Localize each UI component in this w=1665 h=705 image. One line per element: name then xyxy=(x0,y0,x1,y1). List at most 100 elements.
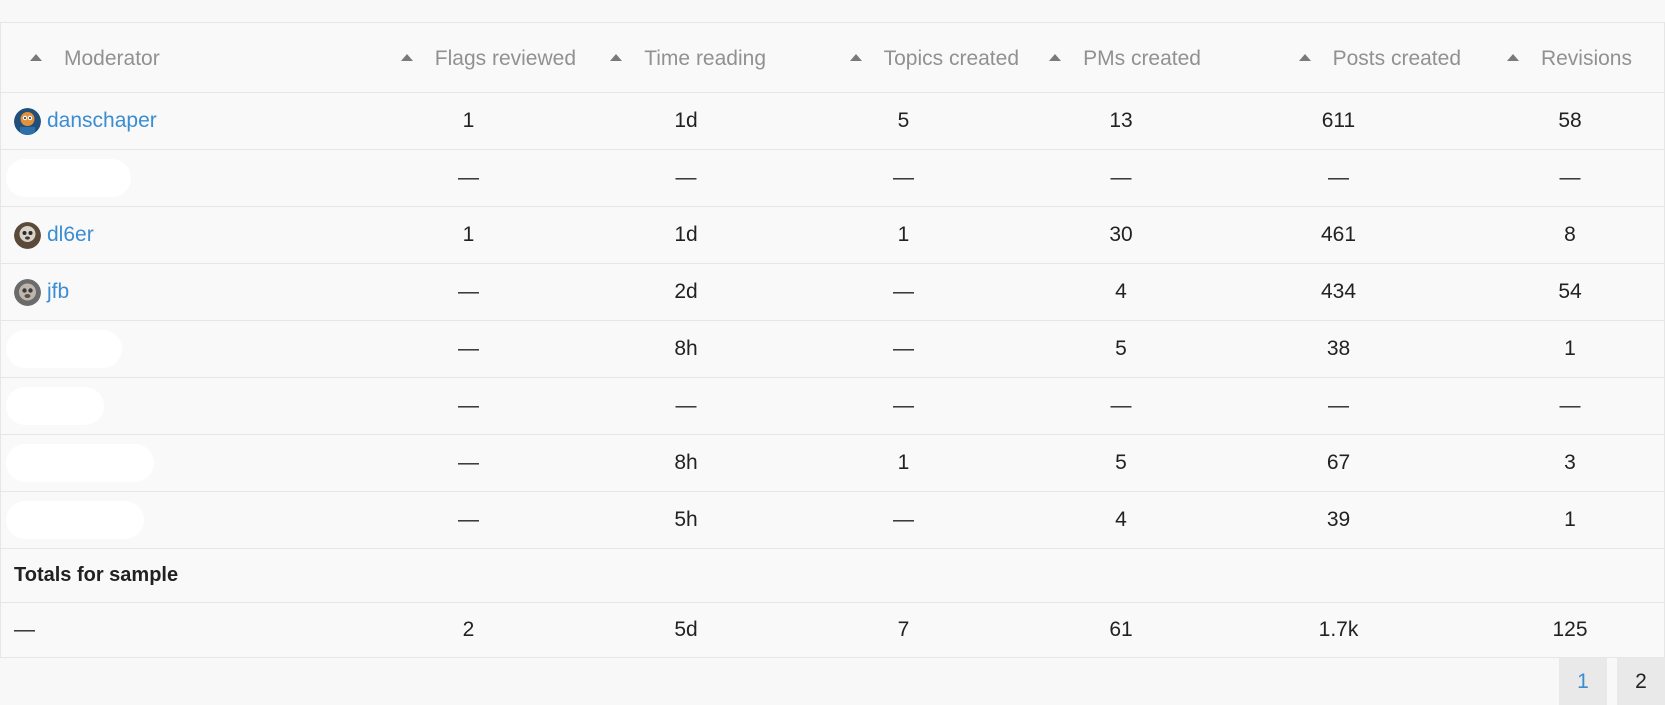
topics-created-cell: — xyxy=(893,394,914,417)
pms-created-cell: 5 xyxy=(1115,451,1127,474)
table-row: danschaper 1 1d 5 13 611 58 xyxy=(1,93,1664,150)
time-reading-cell: 1d xyxy=(674,109,698,132)
pms-created-cell: 13 xyxy=(1109,109,1133,132)
revisions-cell: 1 xyxy=(1564,508,1576,531)
username-link[interactable]: danschaper xyxy=(47,109,157,133)
totals-label: Totals for sample xyxy=(14,564,179,586)
pms-created-cell: 30 xyxy=(1109,223,1133,246)
flags-reviewed-cell: — xyxy=(458,280,479,303)
time-reading-cell: — xyxy=(675,166,697,189)
redacted-username xyxy=(6,330,122,368)
table-row: — 8h 1 5 67 3 xyxy=(1,435,1664,492)
table-row: dl6er 1 1d 1 30 461 8 xyxy=(1,207,1664,264)
total-time-reading-cell: 5d xyxy=(674,618,698,641)
totals-row: — 2 5d 7 61 1.7k 125 xyxy=(1,603,1664,658)
total-moderator-cell: — xyxy=(14,618,35,641)
page-button-2[interactable]: 2 xyxy=(1617,658,1665,705)
moderator-cell: danschaper xyxy=(1,107,331,135)
pms-created-cell: 4 xyxy=(1115,280,1127,303)
revisions-cell: — xyxy=(1559,166,1581,189)
user-avatar-icon[interactable] xyxy=(14,107,41,135)
moderator-cell xyxy=(1,444,331,482)
username-link[interactable]: dl6er xyxy=(47,223,94,247)
topics-created-cell: — xyxy=(893,166,914,189)
total-revisions-cell: 125 xyxy=(1552,618,1588,641)
pms-created-cell: — xyxy=(1110,166,1132,189)
time-reading-cell: 5h xyxy=(674,508,698,531)
topics-created-cell: — xyxy=(893,280,914,303)
column-header-posts-created[interactable]: Posts created xyxy=(1201,44,1476,71)
column-header-revisions[interactable]: Revisions xyxy=(1476,44,1664,71)
total-posts-created-cell: 1.7k xyxy=(1318,618,1359,641)
posts-created-cell: 434 xyxy=(1320,280,1357,303)
table-row: jfb — 2d — 4 434 54 xyxy=(1,264,1664,321)
topics-created-cell: 1 xyxy=(897,451,910,474)
sort-arrow-icon xyxy=(1298,54,1311,62)
sort-arrow-icon xyxy=(849,54,862,62)
pms-created-cell: 5 xyxy=(1115,337,1127,360)
sort-arrow-icon xyxy=(400,54,413,62)
posts-created-cell: 611 xyxy=(1321,109,1356,132)
total-topics-created-cell: 7 xyxy=(897,618,910,641)
flags-reviewed-cell: — xyxy=(458,508,479,531)
redacted-username xyxy=(6,444,154,482)
column-header-time-reading[interactable]: Time reading xyxy=(606,44,766,71)
column-header-flags-reviewed[interactable]: Flags reviewed xyxy=(331,44,606,71)
topics-created-cell: 5 xyxy=(897,109,910,132)
flags-reviewed-cell: 1 xyxy=(462,109,475,132)
user-avatar-icon[interactable] xyxy=(14,278,41,306)
table-row: — 5h — 4 39 1 xyxy=(1,492,1664,549)
revisions-cell: 54 xyxy=(1558,280,1582,303)
page-button-1[interactable]: 1 xyxy=(1559,658,1607,705)
topics-created-cell: 1 xyxy=(897,223,910,246)
sort-arrow-icon xyxy=(30,54,42,62)
redacted-username xyxy=(6,387,104,425)
flags-reviewed-cell: — xyxy=(458,337,479,360)
sort-arrow-icon xyxy=(1049,54,1062,62)
table-row: — — — — — — xyxy=(1,378,1664,435)
table-header: Moderator Flags reviewed Time reading To… xyxy=(1,23,1664,93)
redacted-username xyxy=(6,159,131,197)
revisions-cell: 58 xyxy=(1558,109,1582,132)
flags-reviewed-cell: — xyxy=(458,451,479,474)
total-pms-created-cell: 61 xyxy=(1109,618,1133,641)
moderator-cell: jfb xyxy=(1,278,331,306)
posts-created-cell: 39 xyxy=(1326,508,1351,531)
posts-created-cell: 461 xyxy=(1320,223,1357,246)
table-row: — — — — — — xyxy=(1,150,1664,207)
table-row: — 8h — 5 38 1 xyxy=(1,321,1664,378)
posts-created-cell: 38 xyxy=(1326,337,1351,360)
user-avatar-icon[interactable] xyxy=(14,221,41,249)
moderator-cell xyxy=(1,501,331,539)
report-page: Moderator Flags reviewed Time reading To… xyxy=(0,0,1665,705)
redacted-username xyxy=(6,501,144,539)
sort-arrow-icon xyxy=(1506,54,1519,62)
total-flags-reviewed-cell: 2 xyxy=(462,618,475,641)
topics-created-cell: — xyxy=(893,337,914,360)
time-reading-cell: — xyxy=(675,394,697,417)
pagination: 1 2 xyxy=(1559,658,1665,705)
moderator-activity-table: Moderator Flags reviewed Time reading To… xyxy=(0,22,1665,658)
time-reading-cell: 2d xyxy=(674,280,698,303)
revisions-cell: 1 xyxy=(1564,337,1576,360)
pms-created-cell: — xyxy=(1110,394,1132,417)
posts-created-cell: — xyxy=(1328,166,1349,189)
column-header-moderator[interactable]: Moderator xyxy=(1,44,331,71)
username-link[interactable]: jfb xyxy=(47,280,69,304)
flags-reviewed-cell: 1 xyxy=(462,223,475,246)
revisions-cell: 3 xyxy=(1564,451,1576,474)
time-reading-cell: 1d xyxy=(674,223,698,246)
column-header-pms-created[interactable]: PMs created xyxy=(1041,44,1201,71)
revisions-cell: — xyxy=(1559,394,1581,417)
time-reading-cell: 8h xyxy=(674,451,698,474)
pms-created-cell: 4 xyxy=(1115,508,1127,531)
revisions-cell: 8 xyxy=(1564,223,1576,246)
moderator-cell xyxy=(1,330,331,368)
moderator-cell: dl6er xyxy=(1,221,331,249)
posts-created-cell: — xyxy=(1328,394,1349,417)
flags-reviewed-cell: — xyxy=(458,394,479,417)
moderator-cell xyxy=(1,159,331,197)
column-header-topics-created[interactable]: Topics created xyxy=(766,44,1041,71)
flags-reviewed-cell: — xyxy=(458,166,479,189)
posts-created-cell: 67 xyxy=(1326,451,1351,474)
